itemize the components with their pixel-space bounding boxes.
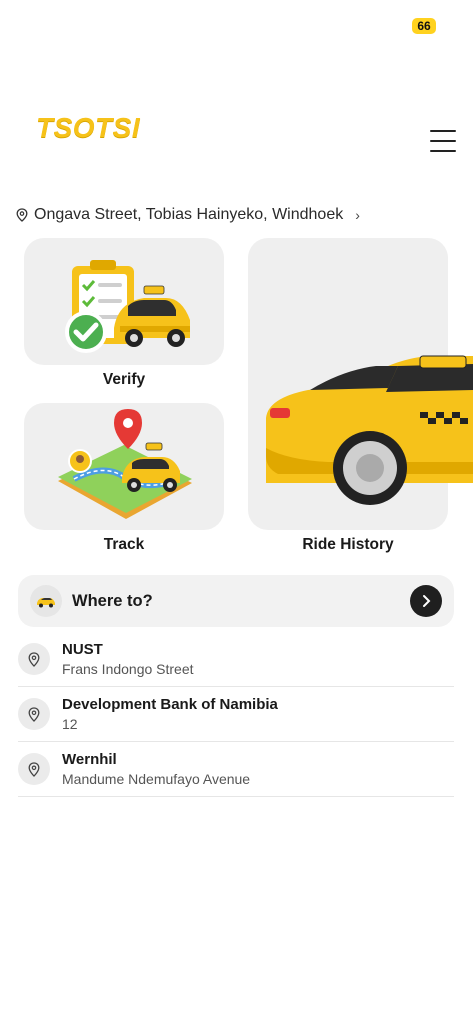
taxi-illustration — [266, 355, 473, 505]
place-subtitle: Frans Indongo Street — [62, 661, 194, 677]
app-logo: TSOTSI — [36, 112, 141, 143]
place-subtitle: 12 — [62, 716, 78, 732]
track-label[interactable]: Track — [24, 536, 224, 554]
location-pin-icon — [18, 698, 50, 730]
ride-history-card[interactable] — [248, 238, 473, 530]
verify-label[interactable]: Verify — [24, 371, 224, 389]
current-location[interactable]: Ongava Street, Tobias Hainyeko, Windhoek… — [16, 206, 360, 224]
location-pin-icon — [16, 208, 28, 222]
place-title: Development Bank of Namibia — [62, 696, 278, 713]
verify-illustration — [65, 260, 190, 353]
arrow-right-icon[interactable] — [410, 585, 442, 617]
list-item[interactable]: Development Bank of Namibia 12 — [18, 687, 454, 742]
where-to-search[interactable]: Where to? — [18, 575, 454, 627]
location-pin-icon — [18, 753, 50, 785]
verify-card[interactable] — [24, 238, 224, 365]
menu-icon[interactable] — [430, 130, 456, 152]
where-to-label: Where to? — [72, 591, 153, 610]
battery-indicator: 66 — [412, 18, 436, 34]
place-title: NUST — [62, 641, 103, 658]
list-item[interactable]: NUST Frans Indongo Street — [18, 632, 454, 687]
location-address: Ongava Street, Tobias Hainyeko, Windhoek — [34, 206, 344, 223]
track-card[interactable] — [24, 403, 224, 530]
chevron-right-icon: › — [355, 207, 360, 223]
track-illustration — [58, 409, 192, 519]
place-title: Wernhil — [62, 751, 117, 768]
taxi-icon — [30, 585, 62, 617]
location-pin-icon — [18, 643, 50, 675]
list-item[interactable]: Wernhil Mandume Ndemufayo Avenue — [18, 742, 454, 797]
ride-history-label[interactable]: Ride History — [248, 536, 448, 554]
recent-places-list: NUST Frans Indongo Street Development Ba… — [18, 632, 454, 797]
place-subtitle: Mandume Ndemufayo Avenue — [62, 771, 251, 787]
